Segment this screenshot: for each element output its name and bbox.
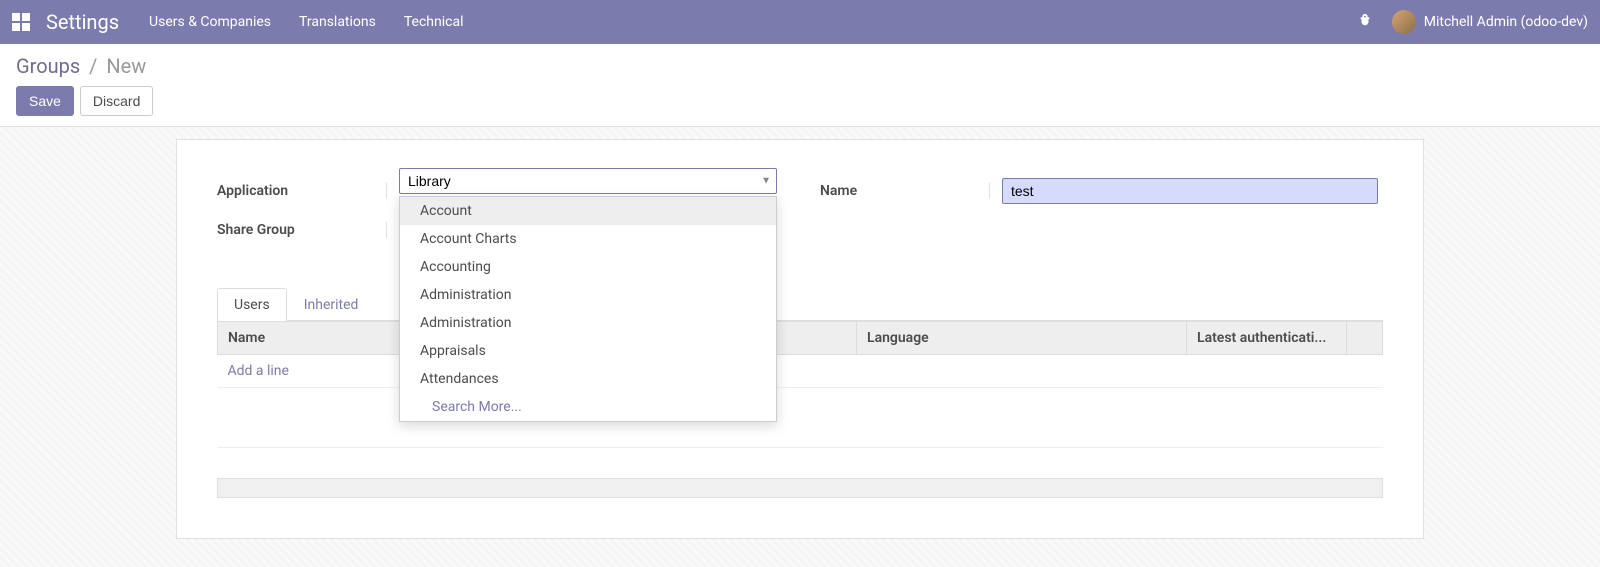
discard-button[interactable]: Discard	[80, 86, 153, 116]
table-row: Add a line	[218, 355, 1383, 388]
nav-menu: Users & Companies Translations Technical	[149, 14, 463, 30]
users-table: Name Language Latest authenticati... Add…	[217, 321, 1383, 448]
dropdown-item[interactable]: Administration	[400, 309, 776, 337]
name-input-wrap	[990, 178, 1383, 204]
sheet-footer-bar	[217, 478, 1383, 498]
tabs: Users Inherited ________________________…	[217, 288, 1383, 321]
table-empty-row	[218, 388, 1383, 448]
name-group: Name	[820, 168, 1383, 214]
share-group-label: Share Group	[217, 222, 387, 238]
user-menu[interactable]: Mitchell Admin (odoo-dev)	[1392, 10, 1588, 34]
dropdown-item[interactable]: Account Charts	[400, 225, 776, 253]
top-nav-right: Mitchell Admin (odoo-dev)	[1358, 10, 1588, 34]
menu-users-companies[interactable]: Users & Companies	[149, 14, 271, 30]
dropdown-item[interactable]: Account	[400, 197, 776, 225]
breadcrumb: Groups / New	[16, 54, 1584, 78]
app-title: Settings	[46, 10, 119, 34]
application-group: Application ▼ Account Account Charts Acc…	[217, 168, 780, 214]
breadcrumb-root[interactable]: Groups	[16, 54, 80, 78]
form-row-2: Share Group	[217, 222, 1383, 238]
application-dropdown: Account Account Charts Accounting Admini…	[399, 196, 777, 422]
apps-icon[interactable]	[12, 13, 30, 31]
col-language[interactable]: Language	[857, 322, 1187, 355]
control-panel: Groups / New Save Discard	[0, 44, 1600, 127]
dropdown-search-more[interactable]: Search More...	[400, 393, 776, 421]
col-latest-auth[interactable]: Latest authenticati...	[1187, 322, 1347, 355]
application-input-wrap: ▼ Account Account Charts Accounting Admi…	[387, 168, 780, 214]
save-button[interactable]: Save	[16, 86, 74, 116]
menu-technical[interactable]: Technical	[404, 14, 464, 30]
action-buttons: Save Discard	[16, 86, 1584, 116]
bug-icon[interactable]	[1358, 13, 1372, 31]
dropdown-item[interactable]: Appraisals	[400, 337, 776, 365]
application-input[interactable]	[399, 168, 777, 194]
form-sheet: Application ▼ Account Account Charts Acc…	[176, 139, 1424, 539]
name-label: Name	[820, 183, 990, 199]
name-input[interactable]	[1002, 178, 1378, 204]
empty-group	[820, 222, 1383, 238]
menu-translations[interactable]: Translations	[299, 14, 376, 30]
tab-users[interactable]: Users	[217, 288, 287, 321]
dropdown-item[interactable]: Attendances	[400, 365, 776, 393]
breadcrumb-separator: /	[89, 54, 97, 78]
dropdown-item[interactable]: Administration	[400, 281, 776, 309]
tab-inherited[interactable]: Inherited	[287, 288, 376, 321]
col-actions	[1347, 322, 1383, 355]
content-area: Application ▼ Account Account Charts Acc…	[0, 127, 1600, 567]
breadcrumb-current: New	[106, 54, 146, 78]
user-display-name: Mitchell Admin (odoo-dev)	[1424, 14, 1588, 30]
top-nav-left: Settings Users & Companies Translations …	[12, 10, 464, 34]
dropdown-item[interactable]: Accounting	[400, 253, 776, 281]
avatar	[1392, 10, 1416, 34]
application-label: Application	[217, 183, 387, 199]
form-row-1: Application ▼ Account Account Charts Acc…	[217, 168, 1383, 214]
add-line-link[interactable]: Add a line	[228, 363, 289, 379]
top-nav: Settings Users & Companies Translations …	[0, 0, 1600, 44]
